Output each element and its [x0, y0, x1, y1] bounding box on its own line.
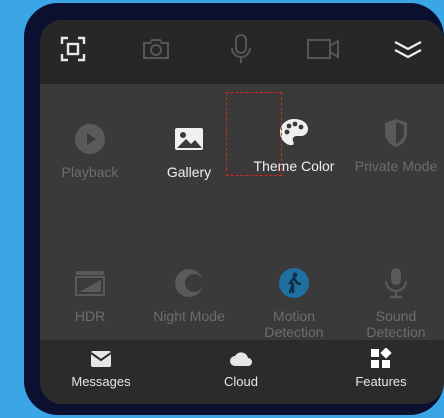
feature-panel: Playback Gallery Theme Color Private Mod… — [40, 20, 444, 404]
play-icon — [40, 122, 140, 156]
selection-highlight — [226, 92, 282, 176]
feature-hdr[interactable]: HDR — [40, 266, 140, 324]
cloud-icon — [186, 348, 296, 370]
microphone-icon[interactable] — [224, 32, 258, 66]
bottom-nav: Messages Cloud Features — [40, 340, 444, 404]
feature-label: Private Mode — [354, 158, 438, 174]
camera-icon[interactable] — [139, 32, 173, 66]
grid-icon — [326, 348, 436, 370]
microphone-stand-icon — [346, 266, 444, 300]
video-icon[interactable] — [306, 32, 340, 66]
moon-icon — [139, 266, 239, 300]
envelope-icon — [46, 348, 156, 370]
feature-motion-detection[interactable]: Motion Detection — [244, 266, 344, 340]
feature-playback[interactable]: Playback — [40, 122, 140, 180]
feature-label: Night Mode — [153, 308, 225, 324]
collapse-chevrons-icon[interactable] — [391, 32, 425, 66]
top-toolbar — [40, 20, 444, 84]
feature-sound-detection[interactable]: Sound Detection — [346, 266, 444, 340]
nav-cloud[interactable]: Cloud — [186, 348, 296, 389]
hdr-icon — [40, 266, 140, 300]
feature-gallery[interactable]: Gallery — [139, 122, 239, 180]
image-icon — [139, 122, 239, 156]
feature-label: Gallery — [166, 164, 212, 180]
nav-label-features: Features — [355, 374, 407, 389]
nav-messages[interactable]: Messages — [46, 348, 156, 389]
feature-label: Playback — [61, 164, 119, 180]
feature-label: Motion Detection — [264, 308, 324, 340]
screenshot-icon[interactable] — [56, 32, 90, 66]
nav-features[interactable]: Features — [326, 348, 436, 389]
feature-label: HDR — [74, 308, 106, 324]
feature-private-mode[interactable]: Private Mode — [346, 116, 444, 174]
nav-label-messages: Messages — [71, 374, 131, 389]
feature-night-mode[interactable]: Night Mode — [139, 266, 239, 324]
walking-person-icon — [244, 266, 344, 300]
shield-icon — [346, 116, 444, 150]
nav-label-cloud: Cloud — [224, 374, 258, 389]
feature-label: Sound Detection — [366, 308, 426, 340]
